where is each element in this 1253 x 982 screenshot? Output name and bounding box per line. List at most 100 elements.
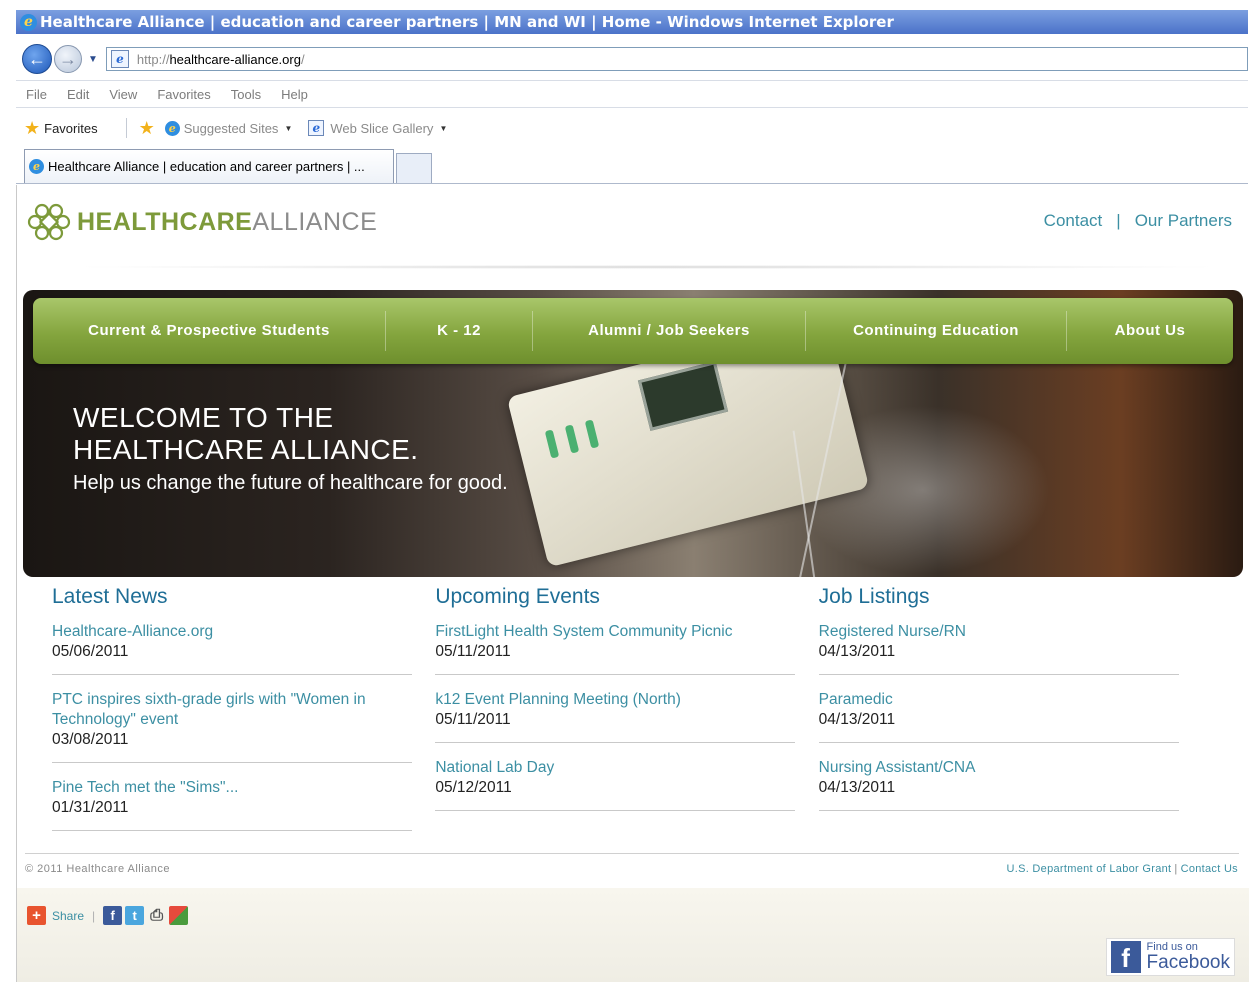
nav-continuing-education[interactable]: Continuing Education xyxy=(806,311,1067,351)
hero-banner: Current & Prospective Students K - 12 Al… xyxy=(23,290,1243,577)
nav-about-us[interactable]: About Us xyxy=(1067,311,1233,351)
ie-icon: e xyxy=(164,120,180,136)
hero-heading-line2: HEALTHCARE ALLIANCE. xyxy=(73,434,419,465)
window-title: Healthcare Alliance | education and care… xyxy=(40,13,894,31)
event-item-date: 05/11/2011 xyxy=(435,643,511,660)
favorites-button[interactable]: ★ Favorites xyxy=(24,118,98,139)
content-columns: Latest News Healthcare-Alliance.org 05/0… xyxy=(52,585,1202,846)
logo-text-light: ALLIANCE xyxy=(252,207,378,236)
twitter-icon[interactable]: t xyxy=(125,906,145,925)
menu-help[interactable]: Help xyxy=(281,87,308,102)
forward-button[interactable]: → xyxy=(54,45,82,73)
news-item-link[interactable]: PTC inspires sixth-grade girls with "Wom… xyxy=(52,690,412,730)
event-item-link[interactable]: National Lab Day xyxy=(435,758,795,778)
url-host: healthcare-alliance.org xyxy=(169,51,301,67)
job-item: Registered Nurse/RN 04/13/2011 xyxy=(818,622,1179,675)
job-item-date: 04/13/2011 xyxy=(818,643,896,660)
footer-divider xyxy=(25,853,1239,854)
event-item: k12 Event Planning Meeting (North) 05/11… xyxy=(435,690,796,743)
add-favorite-icon[interactable]: ★ xyxy=(139,118,155,139)
latest-news-heading: Latest News xyxy=(52,585,168,608)
event-item-link[interactable]: k12 Event Planning Meeting (North) xyxy=(435,690,795,710)
back-button[interactable]: ← xyxy=(22,44,52,74)
menu-file[interactable]: File xyxy=(26,87,47,102)
share-label[interactable]: Share xyxy=(52,909,84,923)
job-item-link[interactable]: Registered Nurse/RN xyxy=(819,622,1179,642)
tab-bar: e Healthcare Alliance | education and ca… xyxy=(16,146,1248,184)
labor-grant-link[interactable]: U.S. Department of Labor Grant xyxy=(1006,863,1171,875)
hero-text: WELCOME TO THE HEALTHCARE ALLIANCE. Help… xyxy=(73,402,508,495)
nav-current-prospective-students[interactable]: Current & Prospective Students xyxy=(33,311,386,351)
suggested-sites-label: Suggested Sites xyxy=(183,120,279,136)
healthcare-alliance-logo-icon xyxy=(27,203,71,241)
address-bar[interactable]: e http://healthcare-alliance.org / xyxy=(105,47,1248,71)
hero-heading-line1: WELCOME TO THE xyxy=(73,402,334,433)
favorites-bar: ★ Favorites ★ e Suggested Sites ▼ e Web … xyxy=(16,112,1248,144)
fb-badge-big-text: Facebook xyxy=(1146,952,1230,973)
our-partners-link[interactable]: Our Partners xyxy=(1135,211,1232,231)
web-slice-gallery-button[interactable]: e Web Slice Gallery ▼ xyxy=(308,120,447,136)
footer-links: U.S. Department of Labor Grant | Contact U… xyxy=(1006,863,1238,875)
news-item: Pine Tech met the "Sims"... 01/31/2011 xyxy=(52,778,412,831)
contact-us-link[interactable]: Contact Us xyxy=(1181,863,1238,875)
header-divider xyxy=(67,265,1227,269)
news-item: Healthcare-Alliance.org 05/06/2011 xyxy=(52,622,412,675)
job-listings-heading: Job Listings xyxy=(818,585,930,608)
window-titlebar: e Healthcare Alliance | education and ca… xyxy=(16,10,1248,34)
menu-favorites[interactable]: Favorites xyxy=(157,87,210,102)
ie-tab-icon: e xyxy=(29,159,44,174)
chevron-down-icon: ▼ xyxy=(284,123,293,133)
nav-alumni-job-seekers[interactable]: Alumni / Job Seekers xyxy=(533,311,806,351)
history-dropdown-icon[interactable]: ▼ xyxy=(88,54,98,65)
upcoming-events-heading: Upcoming Events xyxy=(435,585,600,608)
forward-arrow-icon: → xyxy=(59,48,77,69)
top-links: Contact | Our Partners xyxy=(1044,211,1232,231)
menu-tools[interactable]: Tools xyxy=(231,87,261,102)
ie-logo-icon: e xyxy=(20,13,37,31)
job-item-link[interactable]: Nursing Assistant/CNA xyxy=(819,758,1179,778)
suggested-sites-button[interactable]: e Suggested Sites ▼ xyxy=(164,120,293,136)
event-item-link[interactable]: FirstLight Health System Community Picni… xyxy=(435,622,795,642)
footer-band: + Share | f t ⎙ f Find us on Facebook xyxy=(17,888,1249,982)
url-tail: / xyxy=(300,51,305,67)
contact-link[interactable]: Contact xyxy=(1044,211,1103,231)
event-item-date: 05/12/2011 xyxy=(435,779,512,796)
news-item-link[interactable]: Healthcare-Alliance.org xyxy=(52,622,412,642)
chevron-down-icon: ▼ xyxy=(439,123,448,133)
share-plus-icon[interactable]: + xyxy=(27,906,46,925)
tab-label: Healthcare Alliance | education and care… xyxy=(48,159,365,174)
menu-bar: File Edit View Favorites Tools Help xyxy=(16,80,1248,108)
back-arrow-icon: ← xyxy=(28,48,46,69)
event-item: FirstLight Health System Community Picni… xyxy=(435,622,796,675)
main-navigation: Current & Prospective Students K - 12 Al… xyxy=(33,298,1233,364)
news-item-date: 05/06/2011 xyxy=(52,643,129,660)
menu-edit[interactable]: Edit xyxy=(67,87,89,102)
copyright-text: © 2011 Healthcare Alliance xyxy=(25,863,171,875)
google-bookmark-icon[interactable] xyxy=(169,906,189,925)
facebook-logo-icon: f xyxy=(1110,941,1141,973)
new-tab-button[interactable] xyxy=(396,153,432,183)
url-protocol: http:// xyxy=(136,51,170,67)
job-item: Nursing Assistant/CNA 04/13/2011 xyxy=(818,758,1179,811)
facebook-icon[interactable]: f xyxy=(103,906,123,925)
favorites-label: Favorites xyxy=(44,120,98,136)
tab-active[interactable]: e Healthcare Alliance | education and ca… xyxy=(24,149,394,183)
job-item-date: 04/13/2011 xyxy=(818,711,896,728)
nav-k-12[interactable]: K - 12 xyxy=(386,311,533,351)
link-separator: | xyxy=(1174,863,1178,875)
latest-news-column: Latest News Healthcare-Alliance.org 05/0… xyxy=(52,585,435,846)
hero-subtitle: Help us change the future of healthcare … xyxy=(73,472,508,494)
news-item-link[interactable]: Pine Tech met the "Sims"... xyxy=(52,778,412,798)
event-item: National Lab Day 05/12/2011 xyxy=(435,758,796,811)
job-item-date: 04/13/2011 xyxy=(818,779,896,796)
job-item-link[interactable]: Paramedic xyxy=(819,690,1179,710)
job-item: Paramedic 04/13/2011 xyxy=(818,690,1179,743)
link-separator: | xyxy=(1116,211,1121,230)
web-page: HEALTHCAREALLIANCE Contact | Our Partner… xyxy=(16,185,1249,982)
favorites-separator xyxy=(125,118,127,138)
site-logo[interactable]: HEALTHCAREALLIANCE xyxy=(27,200,377,244)
print-icon[interactable]: ⎙ xyxy=(147,906,166,925)
menu-view[interactable]: View xyxy=(109,87,137,102)
find-us-on-facebook-badge[interactable]: f Find us on Facebook xyxy=(1105,938,1235,976)
news-item-date: 01/31/2011 xyxy=(52,799,129,816)
